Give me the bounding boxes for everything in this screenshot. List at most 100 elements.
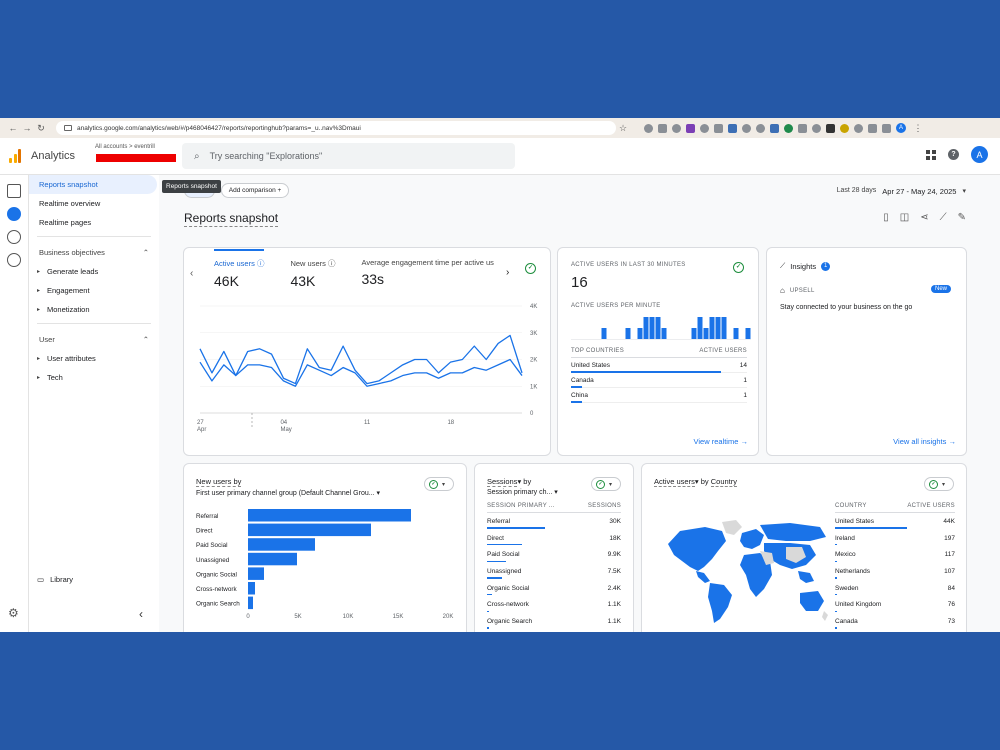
site-info-icon[interactable] [64, 125, 72, 131]
data-quality-dropdown[interactable]: ✓ ▾ [424, 477, 454, 491]
chevron-up-icon[interactable]: ⌃ [143, 248, 149, 257]
data-quality-dropdown[interactable]: ✓ ▾ [591, 477, 621, 491]
collapse-sidebar-icon[interactable]: ‹ [139, 607, 143, 621]
search-input[interactable]: ⌕ Try searching "Explorations" [182, 143, 515, 169]
data-quality-dropdown[interactable]: ✓ ▾ [924, 477, 954, 491]
extension-icon[interactable] [840, 123, 849, 133]
channel-bar[interactable] [248, 552, 297, 566]
apps-grid-icon[interactable] [926, 149, 936, 160]
extension-icon[interactable] [644, 123, 653, 133]
table-row[interactable]: United States 14 [571, 358, 747, 373]
table-row[interactable]: Direct 18K [487, 530, 621, 547]
analytics-logo-icon[interactable] [9, 149, 21, 163]
table-row[interactable]: Mexico 117 [835, 546, 955, 563]
extension-icon[interactable] [714, 123, 723, 133]
share-icon[interactable]: ⋖ [920, 212, 928, 223]
table-row[interactable]: Canada 73 [835, 613, 955, 630]
channel-bar[interactable] [248, 582, 255, 595]
table-row[interactable]: Sweden 84 [835, 580, 955, 597]
table-row[interactable]: Organic Social 2.4K [487, 580, 621, 597]
section-business-objectives[interactable]: Business objectives ⌃ [29, 243, 159, 262]
channel-bar[interactable] [248, 596, 253, 610]
metric-selector[interactable]: Sessions [487, 477, 518, 487]
row-label: Organic Search [487, 617, 533, 625]
extension-icon[interactable] [812, 123, 821, 133]
table-row[interactable]: United Kingdom 76 [835, 596, 955, 613]
settings-gear-icon[interactable]: ⚙ [8, 606, 19, 620]
sidepanel-icon[interactable] [882, 123, 891, 133]
table-row[interactable]: Paid Social 9.9K [487, 546, 621, 563]
reload-icon[interactable]: ↻ [34, 123, 48, 134]
help-icon[interactable]: ? [948, 149, 959, 160]
sidebar-item-engagement[interactable]: ▸ Engagement [29, 281, 159, 300]
table-row[interactable]: Unassigned 7.5K [487, 563, 621, 580]
edit-comparison-icon[interactable]: ▯ [883, 212, 889, 223]
forward-icon[interactable]: → [20, 123, 34, 133]
compare-icon[interactable]: ◫ [900, 212, 909, 223]
account-breadcrumb[interactable]: All accounts > eventrill [95, 144, 155, 150]
channel-bar[interactable] [248, 523, 371, 537]
extension-icon[interactable] [798, 123, 807, 133]
data-quality-check-icon[interactable]: ✓ [733, 262, 744, 273]
table-row[interactable]: Referral 30K [487, 513, 621, 530]
search-icon: ⌕ [194, 150, 200, 162]
bookmark-star-icon[interactable]: ☆ [616, 123, 630, 134]
account-avatar[interactable]: A [971, 146, 988, 163]
table-row[interactable]: Cross-network 1.1K [487, 596, 621, 613]
view-realtime-link[interactable]: View realtime → [694, 437, 748, 446]
more-menu-icon[interactable]: ⋮ [911, 123, 925, 134]
caret-right-icon: ▸ [37, 288, 41, 294]
channel-bar[interactable] [248, 538, 315, 551]
back-icon[interactable]: ← [6, 123, 20, 133]
home-icon[interactable] [7, 184, 21, 198]
extension-icon[interactable] [826, 123, 835, 133]
dimension-selector[interactable]: Session primary ch... [487, 489, 552, 496]
table-row[interactable]: Netherlands 107 [835, 563, 955, 580]
table-row[interactable]: Ireland 197 [835, 530, 955, 547]
extension-icon[interactable] [700, 123, 709, 133]
chevron-up-icon[interactable]: ⌃ [143, 335, 149, 344]
section-user[interactable]: User ⌃ [29, 330, 159, 349]
table-row[interactable]: Canada 1 [571, 373, 747, 388]
extension-icon[interactable] [672, 123, 681, 133]
add-comparison-button[interactable]: Add comparison + [220, 183, 290, 198]
sidebar-item-tech[interactable]: ▸ Tech [29, 368, 159, 387]
table-row[interactable]: Organic Search 1.1K [487, 613, 621, 630]
insight-message[interactable]: Stay connected to your business on the g… [780, 304, 912, 311]
extension-icon[interactable] [784, 123, 793, 133]
sidebar-item-realtime-pages[interactable]: Realtime pages [29, 213, 159, 232]
sidebar-item-generate-leads[interactable]: ▸ Generate leads [29, 262, 159, 281]
app-header: Analytics All accounts > eventrill ⌕ Try… [0, 138, 1000, 175]
extension-icon[interactable] [742, 123, 751, 133]
address-bar[interactable]: analytics.google.com/analytics/web/#/p46… [56, 121, 616, 135]
channel-bar[interactable] [248, 509, 411, 522]
metric-selector[interactable]: Active users [654, 477, 695, 487]
customize-pencil-icon[interactable]: ✎ [958, 212, 966, 223]
reports-icon[interactable] [7, 207, 21, 221]
puzzle-icon[interactable] [868, 123, 877, 133]
channel-bar[interactable] [248, 567, 264, 580]
view-all-insights-link[interactable]: View all insights → [893, 437, 956, 446]
dimension-selector[interactable]: Country [710, 477, 737, 487]
sidebar-item-realtime-overview[interactable]: Realtime overview [29, 194, 159, 213]
country-name: China [571, 391, 588, 399]
extension-icon[interactable] [854, 123, 863, 133]
explore-icon[interactable] [7, 230, 21, 244]
extension-icon[interactable] [756, 123, 765, 133]
advertising-icon[interactable] [7, 253, 21, 267]
library-link[interactable]: ▭ Library [37, 575, 73, 584]
extension-icon[interactable] [686, 123, 695, 133]
sidebar-item-monetization[interactable]: ▸ Monetization [29, 300, 159, 319]
profile-avatar[interactable]: A [896, 123, 906, 133]
sidebar-item-user-attributes[interactable]: ▸ User attributes [29, 349, 159, 368]
extension-icon[interactable] [728, 123, 737, 133]
sidebar-item-reports-snapshot[interactable]: Reports snapshot [29, 175, 157, 194]
insights-trend-icon[interactable]: ⟋ [940, 212, 947, 223]
extension-icon[interactable] [770, 123, 779, 133]
dimension-selector[interactable]: First user primary channel group (Defaul… [196, 490, 375, 497]
table-row[interactable]: United States 44K [835, 513, 955, 530]
table-row[interactable]: China 1 [571, 388, 747, 403]
extension-icon[interactable] [658, 123, 667, 133]
card-title-by: by [523, 477, 532, 486]
date-range-picker[interactable]: Last 28 days Apr 27 - May 24, 2025 ▾ [837, 187, 966, 196]
